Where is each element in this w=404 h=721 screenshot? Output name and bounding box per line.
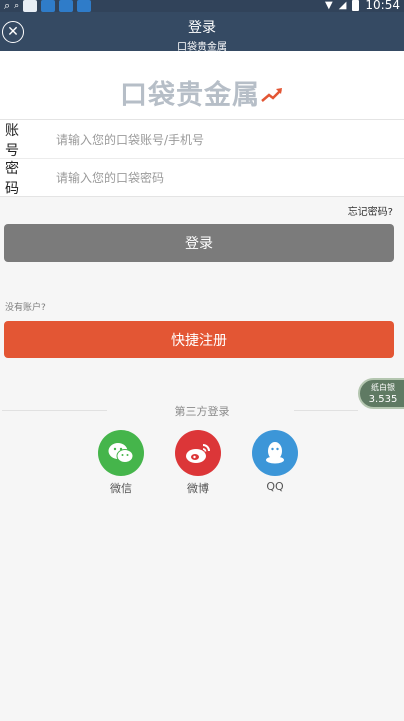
- weibo-login-button[interactable]: [175, 430, 221, 476]
- page-title: 登录: [188, 20, 216, 36]
- quick-register-button[interactable]: 快捷注册: [4, 321, 394, 358]
- wechat-login-button[interactable]: [98, 430, 144, 476]
- account-row: 账号: [0, 121, 404, 159]
- login-button[interactable]: 登录: [4, 224, 394, 262]
- weibo-icon: [186, 444, 210, 463]
- weibo-label: 微博: [187, 482, 209, 495]
- app-notification-icon: [59, 0, 74, 12]
- app-notification-icon: [23, 0, 38, 12]
- password-input[interactable]: [56, 171, 386, 185]
- status-time: 10:54: [365, 0, 400, 12]
- brand-logo: 口袋贵金属: [120, 80, 260, 111]
- signal-icon: ◢: [338, 0, 347, 11]
- battery-icon: [352, 0, 360, 11]
- wechat-icon: [108, 443, 134, 463]
- wechat-label: 微信: [110, 482, 132, 495]
- status-bar: ⌕ ⌕ ▼ ◢ 10:54: [0, 0, 404, 12]
- trend-arrow-icon: [261, 88, 282, 102]
- wifi-icon: ▼: [325, 0, 333, 11]
- app-notification-icon: [77, 0, 92, 12]
- badge-label: 纸白银: [371, 383, 395, 392]
- account-label: 账号: [5, 122, 31, 159]
- notification-icon: ⌕: [14, 1, 20, 11]
- qq-login-button[interactable]: [252, 430, 298, 476]
- password-row: 密码: [0, 159, 404, 197]
- qq-icon: [266, 442, 284, 464]
- account-input[interactable]: [56, 132, 386, 147]
- qq-label: QQ: [266, 480, 284, 493]
- login-form: 账号 密码: [0, 119, 404, 197]
- system-icons: ▼ ◢ 10:54: [325, 0, 400, 12]
- third-party-title: 第三方登录: [174, 405, 230, 418]
- app-notification-icon: [41, 0, 56, 12]
- logo-area: 口袋贵金属: [0, 51, 404, 119]
- app-header: ✕ 登录 口袋贵金属: [0, 12, 404, 53]
- forgot-password-link[interactable]: 忘记密码?: [348, 203, 393, 218]
- password-label: 密码: [5, 161, 31, 197]
- no-account-text: 没有账户?: [5, 303, 46, 313]
